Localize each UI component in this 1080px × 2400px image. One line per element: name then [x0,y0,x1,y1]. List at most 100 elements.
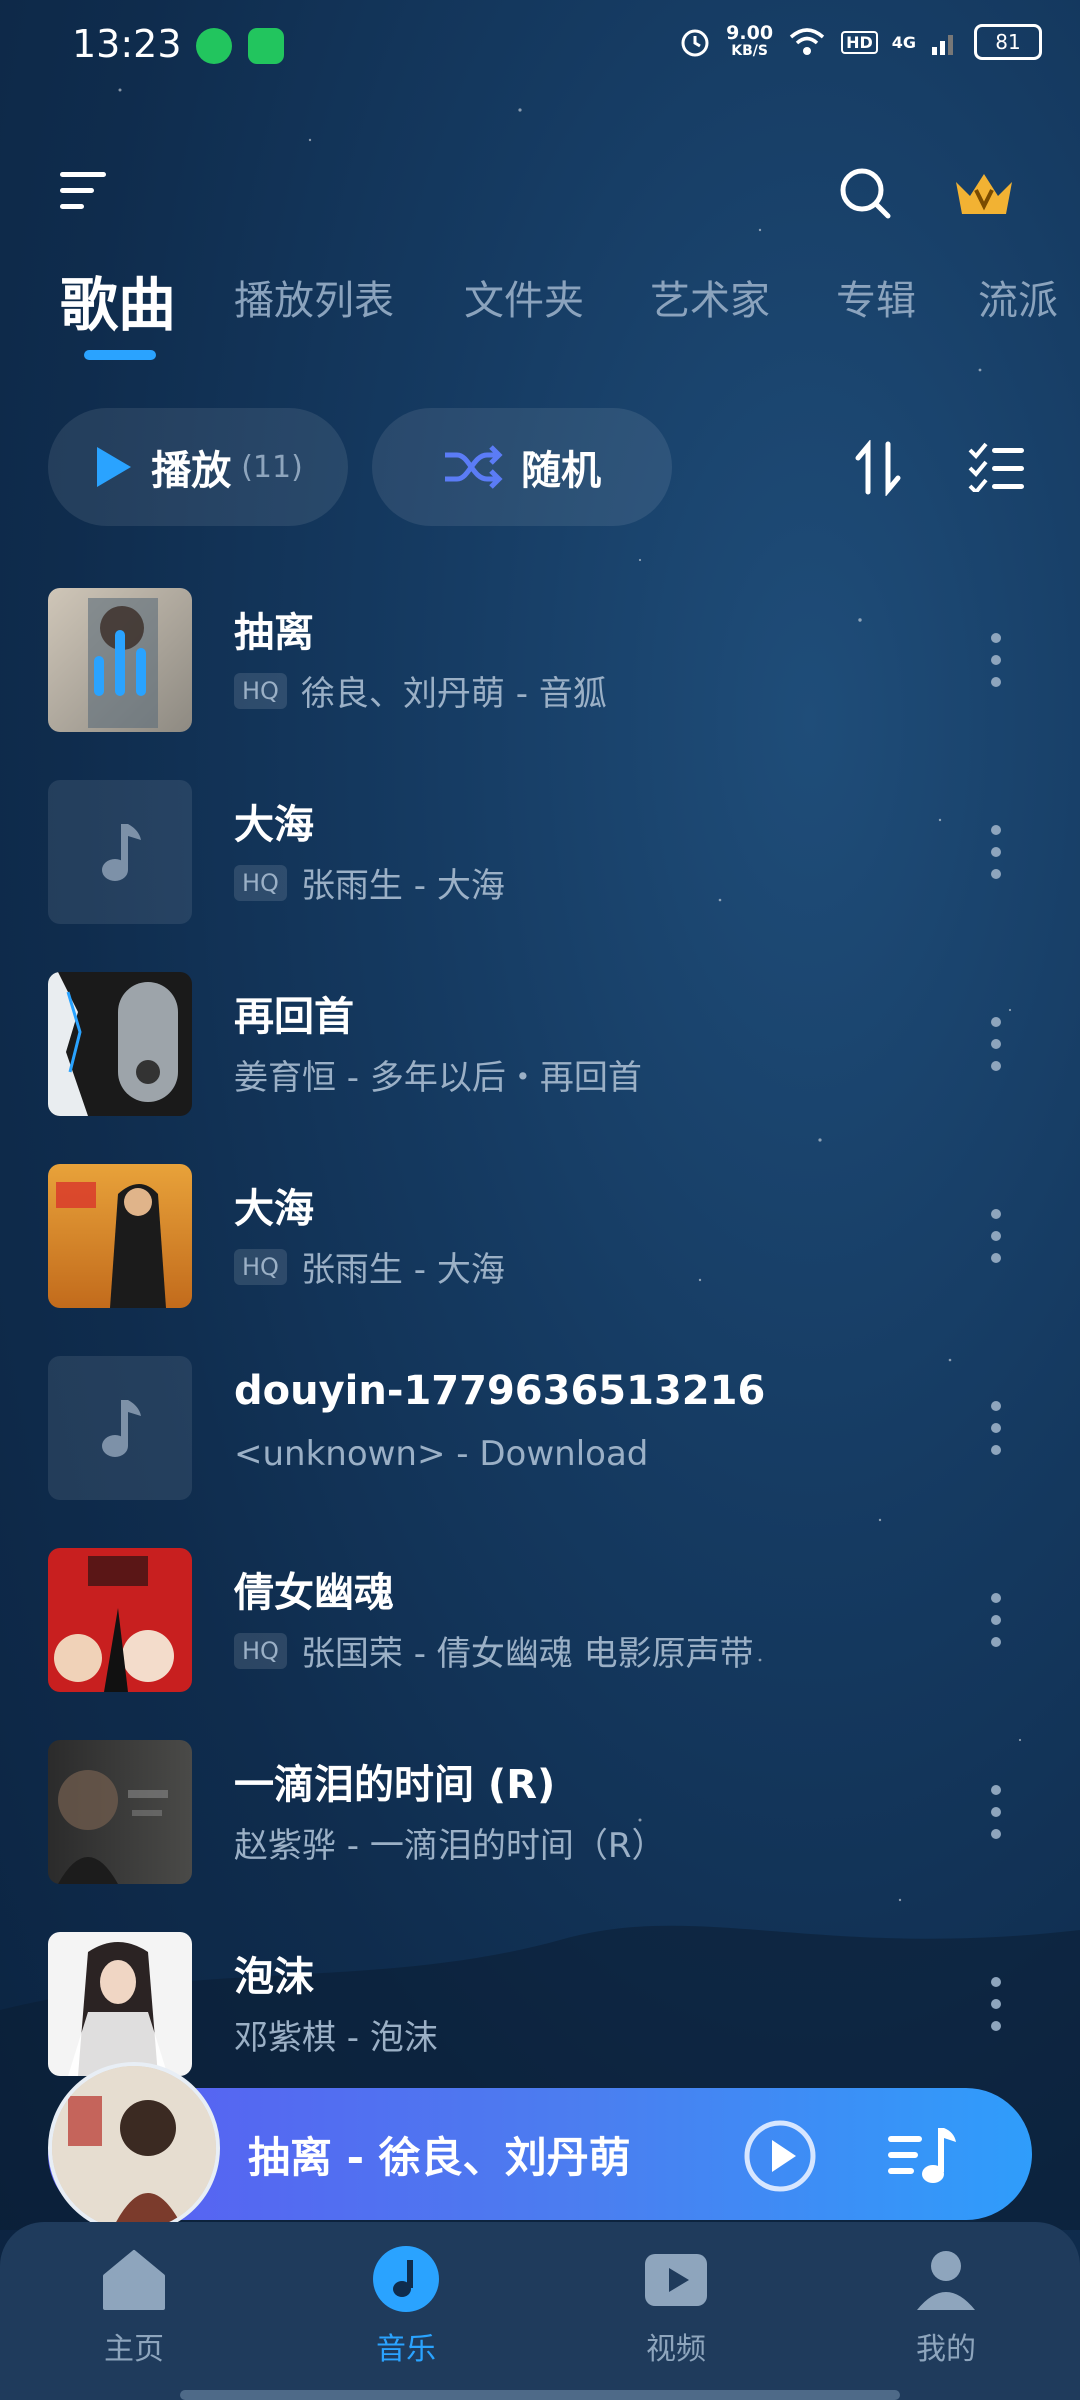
tab-albums[interactable]: 专辑 [836,268,916,326]
nav-video-label: 视频 [646,2332,706,2367]
song-row[interactable]: 再回首 姜育恒 - 多年以后・再回首 [0,964,1080,1156]
tab-songs[interactable]: 歌曲 [60,258,176,342]
more-options-icon[interactable] [986,1398,1006,1458]
nav-music-label: 音乐 [376,2332,436,2367]
vip-crown-icon[interactable] [952,168,1016,220]
song-artist-album: 徐良、刘丹萌 - 音狐 [300,674,607,714]
shuffle-label: 随机 [521,448,601,494]
app-header [0,150,1080,230]
play-all-label: 播放 [151,448,232,494]
mini-play-icon[interactable] [742,2118,818,2194]
hq-badge: HQ [234,672,287,709]
now-playing-icon [94,630,146,696]
song-row[interactable]: 倩女幽魂 HQ 张国荣 - 倩女幽魂 电影原声带 [0,1540,1080,1732]
song-title: 倩女幽魂 [234,1570,394,1616]
song-artist-album: 赵紫骅 - 一滴泪的时间（R） [234,1826,666,1866]
play-icon [97,447,132,487]
battery-indicator: 81 [974,24,1042,60]
hd-badge: HD [841,30,878,54]
song-subtitle: <unknown> - Download [234,1434,648,1474]
alarm-icon [681,29,709,57]
song-artist-album: <unknown> - Download [234,1434,649,1474]
album-cover-placeholder [48,1356,192,1500]
song-subtitle: HQ 张雨生 - 大海 [234,858,505,907]
song-row[interactable]: 大海 HQ 张雨生 - 大海 [0,1156,1080,1348]
menu-icon[interactable] [60,170,110,212]
song-subtitle: HQ 张国荣 - 倩女幽魂 电影原声带 [234,1626,754,1675]
mini-player-cover[interactable] [48,2062,220,2234]
net-speed-unit: KB/S [731,43,768,59]
song-artist-album: 姜育恒 - 多年以后・再回首 [234,1058,642,1098]
wechat-notification-icon [196,28,232,64]
song-row[interactable]: 一滴泪的时间 (R) 赵紫骅 - 一滴泪的时间（R） [0,1732,1080,1924]
nav-home-label: 主页 [104,2332,164,2367]
tab-playlists[interactable]: 播放列表 [234,268,394,326]
home-indicator[interactable] [180,2390,900,2400]
song-subtitle: 姜育恒 - 多年以后・再回首 [234,1050,642,1099]
music-disc-icon [373,2246,439,2312]
video-icon [645,2254,707,2306]
more-options-icon[interactable] [986,1782,1006,1842]
song-subtitle: 赵紫骅 - 一滴泪的时间（R） [234,1818,666,1867]
tab-artists[interactable]: 艺术家 [650,268,770,326]
nav-home[interactable]: 主页 [64,2244,204,2368]
tab-genres[interactable]: 流派 [978,268,1058,326]
mini-player-title: 抽离 - 徐良、刘丹萌 [248,2133,631,2182]
status-indicators: 9.00 KB/S HD 4G 81 [678,24,1042,60]
category-tabs: 歌曲 播放列表 文件夹 艺术家 专辑 流派 [0,262,1080,362]
shuffle-button[interactable]: 随机 [372,408,672,526]
more-options-icon[interactable] [986,630,1006,690]
nav-music[interactable]: 音乐 [336,2244,476,2368]
search-icon[interactable] [838,166,892,220]
album-cover [48,1548,192,1692]
hq-badge: HQ [234,864,287,901]
playlist-queue-icon[interactable] [888,2126,958,2186]
song-row[interactable]: 大海 HQ 张雨生 - 大海 [0,772,1080,964]
song-title: 再回首 [234,994,354,1040]
home-icon [103,2250,165,2310]
song-subtitle: 邓紫棋 - 泡沫 [234,2010,438,2059]
song-artist-album: 张国荣 - 倩女幽魂 电影原声带 [300,1634,754,1674]
song-title: 大海 [234,1186,314,1232]
song-subtitle: HQ 张雨生 - 大海 [234,1242,505,1291]
net-speed-value: 9.00 [726,22,774,44]
nav-profile[interactable]: 我的 [876,2244,1016,2368]
album-cover-placeholder [48,780,192,924]
song-artist-album: 张雨生 - 大海 [300,866,505,906]
album-cover [48,1740,192,1884]
music-note-icon [102,1400,141,1457]
music-note-icon [102,824,141,881]
bottom-navigation: 主页 音乐 视频 我的 [0,2222,1080,2400]
playback-controls: 播放 (11) 随机 [0,408,1080,528]
more-options-icon[interactable] [986,1014,1006,1074]
net-speed: 9.00 KB/S [726,24,773,60]
multi-select-icon[interactable] [968,442,1024,492]
song-title: 大海 [234,802,314,848]
song-row[interactable]: douyin-1779636513216 <unknown> - Downloa… [0,1348,1080,1540]
sort-icon[interactable] [852,440,904,496]
album-cover [48,1164,192,1308]
message-notification-icon [248,28,284,64]
nav-profile-label: 我的 [916,2332,976,2367]
wifi-icon [789,28,825,55]
song-count: (11) [241,449,303,485]
nav-video[interactable]: 视频 [606,2244,746,2368]
more-options-icon[interactable] [986,1206,1006,1266]
tab-folders[interactable]: 文件夹 [464,268,584,326]
hq-badge: HQ [234,1248,287,1285]
network-type: 4G [891,32,916,52]
song-row[interactable]: 抽离 HQ 徐良、刘丹萌 - 音狐 [0,580,1080,772]
more-options-icon[interactable] [986,822,1006,882]
more-options-icon[interactable] [986,1974,1006,2034]
active-tab-indicator [84,350,156,360]
profile-icon [917,2251,975,2310]
song-title: 一滴泪的时间 (R) [234,1762,556,1808]
more-options-icon[interactable] [986,1590,1006,1650]
hq-badge: HQ [234,1632,287,1669]
album-cover [48,1932,192,2076]
play-all-button[interactable]: 播放 (11) [48,408,348,526]
song-artist-album: 张雨生 - 大海 [300,1250,505,1290]
song-title: 泡沫 [234,1954,314,2000]
album-cover [48,972,192,1116]
song-title: 抽离 [234,610,314,656]
